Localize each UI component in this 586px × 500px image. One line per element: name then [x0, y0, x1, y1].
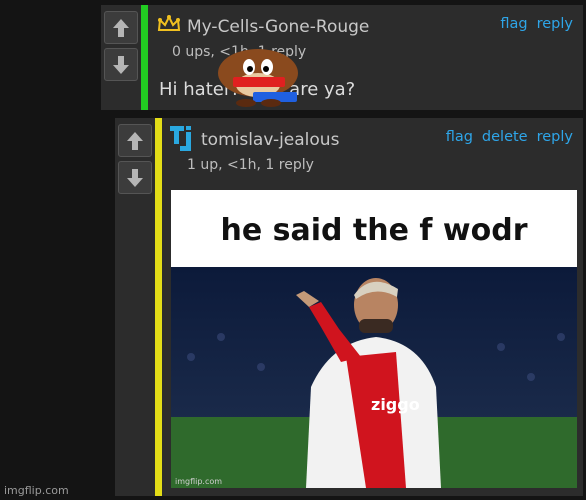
comment-depth-bar — [155, 118, 162, 496]
goomba-sticker-image — [218, 49, 298, 107]
comment-username[interactable]: tomislav-jealous — [201, 130, 339, 150]
meme-image[interactable]: he said the f wodr ziggo imgflip.com — [171, 190, 577, 488]
comment-meta: 1 up, <1h, 1 reply — [187, 157, 314, 173]
delete-link[interactable]: delete — [482, 129, 528, 145]
photo-credit: imgflip.com — [175, 477, 223, 486]
comment-actions: flag reply — [491, 16, 573, 32]
arrow-up-icon — [127, 132, 143, 150]
comment-username[interactable]: My-Cells-Gone-Rouge — [187, 17, 369, 37]
comment-actions: flag delete reply — [437, 129, 573, 145]
crown-icon — [157, 15, 181, 31]
upvote-button[interactable] — [104, 11, 138, 44]
user-logo-icon — [170, 126, 191, 151]
arrow-down-icon — [113, 56, 129, 74]
upvote-button[interactable] — [118, 124, 152, 157]
comment-tomislav-jealous: tomislav-jealous 1 up, <1h, 1 reply flag… — [115, 118, 583, 496]
meme-caption: he said the f wodr — [220, 213, 528, 248]
downvote-button[interactable] — [118, 161, 152, 194]
reply-link[interactable]: reply — [537, 16, 573, 32]
comment-my-cells-gone-rouge: My-Cells-Gone-Rouge 0 ups, <1h, 1 reply … — [101, 5, 583, 110]
arrow-up-icon — [113, 19, 129, 37]
imgflip-watermark: imgflip.com — [4, 484, 69, 497]
footballer-photo: ziggo — [171, 267, 577, 488]
downvote-button[interactable] — [104, 48, 138, 81]
arrow-down-icon — [127, 169, 143, 187]
flag-link[interactable]: flag — [446, 129, 473, 145]
meme-photo: ziggo imgflip.com — [171, 267, 577, 488]
reply-link[interactable]: reply — [537, 129, 573, 145]
svg-text:ziggo: ziggo — [371, 395, 420, 414]
flag-link[interactable]: flag — [500, 16, 527, 32]
comment-depth-bar — [141, 5, 148, 110]
